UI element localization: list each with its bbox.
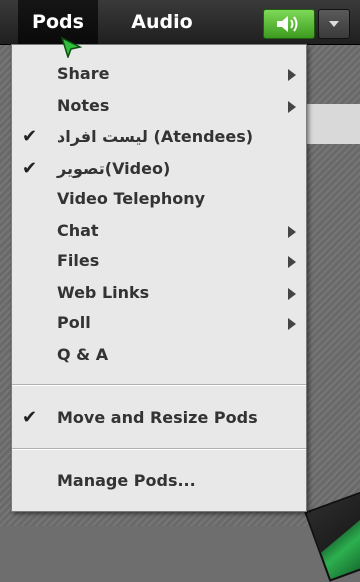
chevron-down-icon xyxy=(329,21,339,27)
menu-item-label: Poll xyxy=(57,313,91,332)
tab-pods[interactable]: Pods xyxy=(18,0,98,44)
audio-dropdown-button[interactable] xyxy=(318,9,350,39)
menu-item-poll[interactable]: Poll xyxy=(12,308,306,338)
mouse-cursor-icon xyxy=(60,36,82,58)
video-thumbnail xyxy=(304,490,360,582)
menu-item-label: Video Telephony xyxy=(57,189,206,208)
submenu-arrow-icon xyxy=(288,226,296,238)
checkmark-icon: ✔ xyxy=(22,407,38,428)
menu-item-share[interactable]: Share xyxy=(12,59,306,89)
menu-item-manage-pods[interactable]: Manage Pods... xyxy=(12,466,306,496)
menu-item-label: لیست افراد (Atendees) xyxy=(57,127,254,146)
menu-item-label: Notes xyxy=(57,96,110,115)
menu-item-label: تصویر(Video) xyxy=(57,159,171,178)
menu-item-move-resize-pods[interactable]: ✔ Move and Resize Pods xyxy=(12,403,306,433)
tab-audio[interactable]: Audio xyxy=(116,0,208,44)
menu-item-web-links[interactable]: Web Links xyxy=(12,278,306,308)
menu-item-video-telephony[interactable]: Video Telephony xyxy=(12,184,306,214)
checkmark-icon: ✔ xyxy=(22,126,38,147)
checkmark-icon: ✔ xyxy=(22,158,38,179)
pod-header-strip xyxy=(300,104,360,144)
menu-item-notes[interactable]: Notes xyxy=(12,91,306,121)
submenu-arrow-icon xyxy=(288,288,296,300)
menu-item-label: Files xyxy=(57,251,100,270)
pods-dropdown-menu: Share Notes ✔ لیست افراد (Atendees) ✔ تص… xyxy=(11,44,307,512)
submenu-arrow-icon xyxy=(288,101,296,113)
menu-item-attendees[interactable]: ✔ لیست افراد (Atendees) xyxy=(12,122,306,152)
menu-item-label: Share xyxy=(57,64,110,83)
menu-item-label: Move and Resize Pods xyxy=(57,408,258,427)
menu-item-label: Q & A xyxy=(57,345,109,364)
menu-divider xyxy=(12,448,306,450)
menu-item-video[interactable]: ✔ تصویر(Video) xyxy=(12,154,306,184)
menu-item-label: Chat xyxy=(57,221,99,240)
menu-item-chat[interactable]: Chat xyxy=(12,216,306,246)
menu-item-label: Manage Pods... xyxy=(57,471,196,490)
speaker-icon xyxy=(277,16,298,32)
submenu-arrow-icon xyxy=(288,318,296,330)
audio-toggle-button[interactable] xyxy=(263,9,315,39)
menu-item-label: Web Links xyxy=(57,283,150,302)
menu-item-q-and-a[interactable]: Q & A xyxy=(12,340,306,370)
top-menu-bar: Pods Audio xyxy=(0,0,360,45)
submenu-arrow-icon xyxy=(288,256,296,268)
menu-divider xyxy=(12,384,306,386)
menu-item-files[interactable]: Files xyxy=(12,246,306,276)
submenu-arrow-icon xyxy=(288,69,296,81)
